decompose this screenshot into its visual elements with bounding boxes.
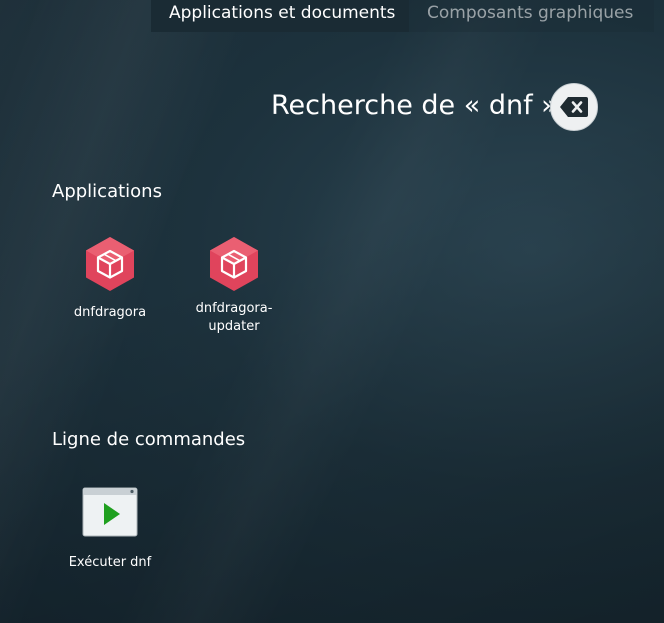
section-title-command-line: Ligne de commandes [52,429,246,450]
app-label-line1: dnfdragora- [195,301,273,316]
package-icon [210,237,258,291]
app-label: dnfdragora [73,305,147,320]
run-terminal-icon [82,487,138,537]
app-label-line2: updater [208,319,260,334]
category-tabs: Applications et documents Composants gra… [151,0,654,32]
app-tile-dnfdragora-updater[interactable]: dnfdragora- updater [172,236,296,336]
command-tile-run-dnf[interactable]: Exécuter dnf [48,487,172,572]
backspace-icon [560,97,588,117]
search-results-title: Recherche de « dnf » [271,90,558,121]
tab-applications-documents[interactable]: Applications et documents [151,0,409,32]
clear-search-button[interactable] [550,83,598,131]
package-icon [86,237,134,291]
app-tile-dnfdragora[interactable]: dnfdragora [48,236,172,322]
app-label: dnfdragora- updater [196,300,273,336]
tab-widgets[interactable]: Composants graphiques [409,0,654,32]
section-title-applications: Applications [52,181,162,202]
command-label: Exécuter dnf [68,555,152,570]
